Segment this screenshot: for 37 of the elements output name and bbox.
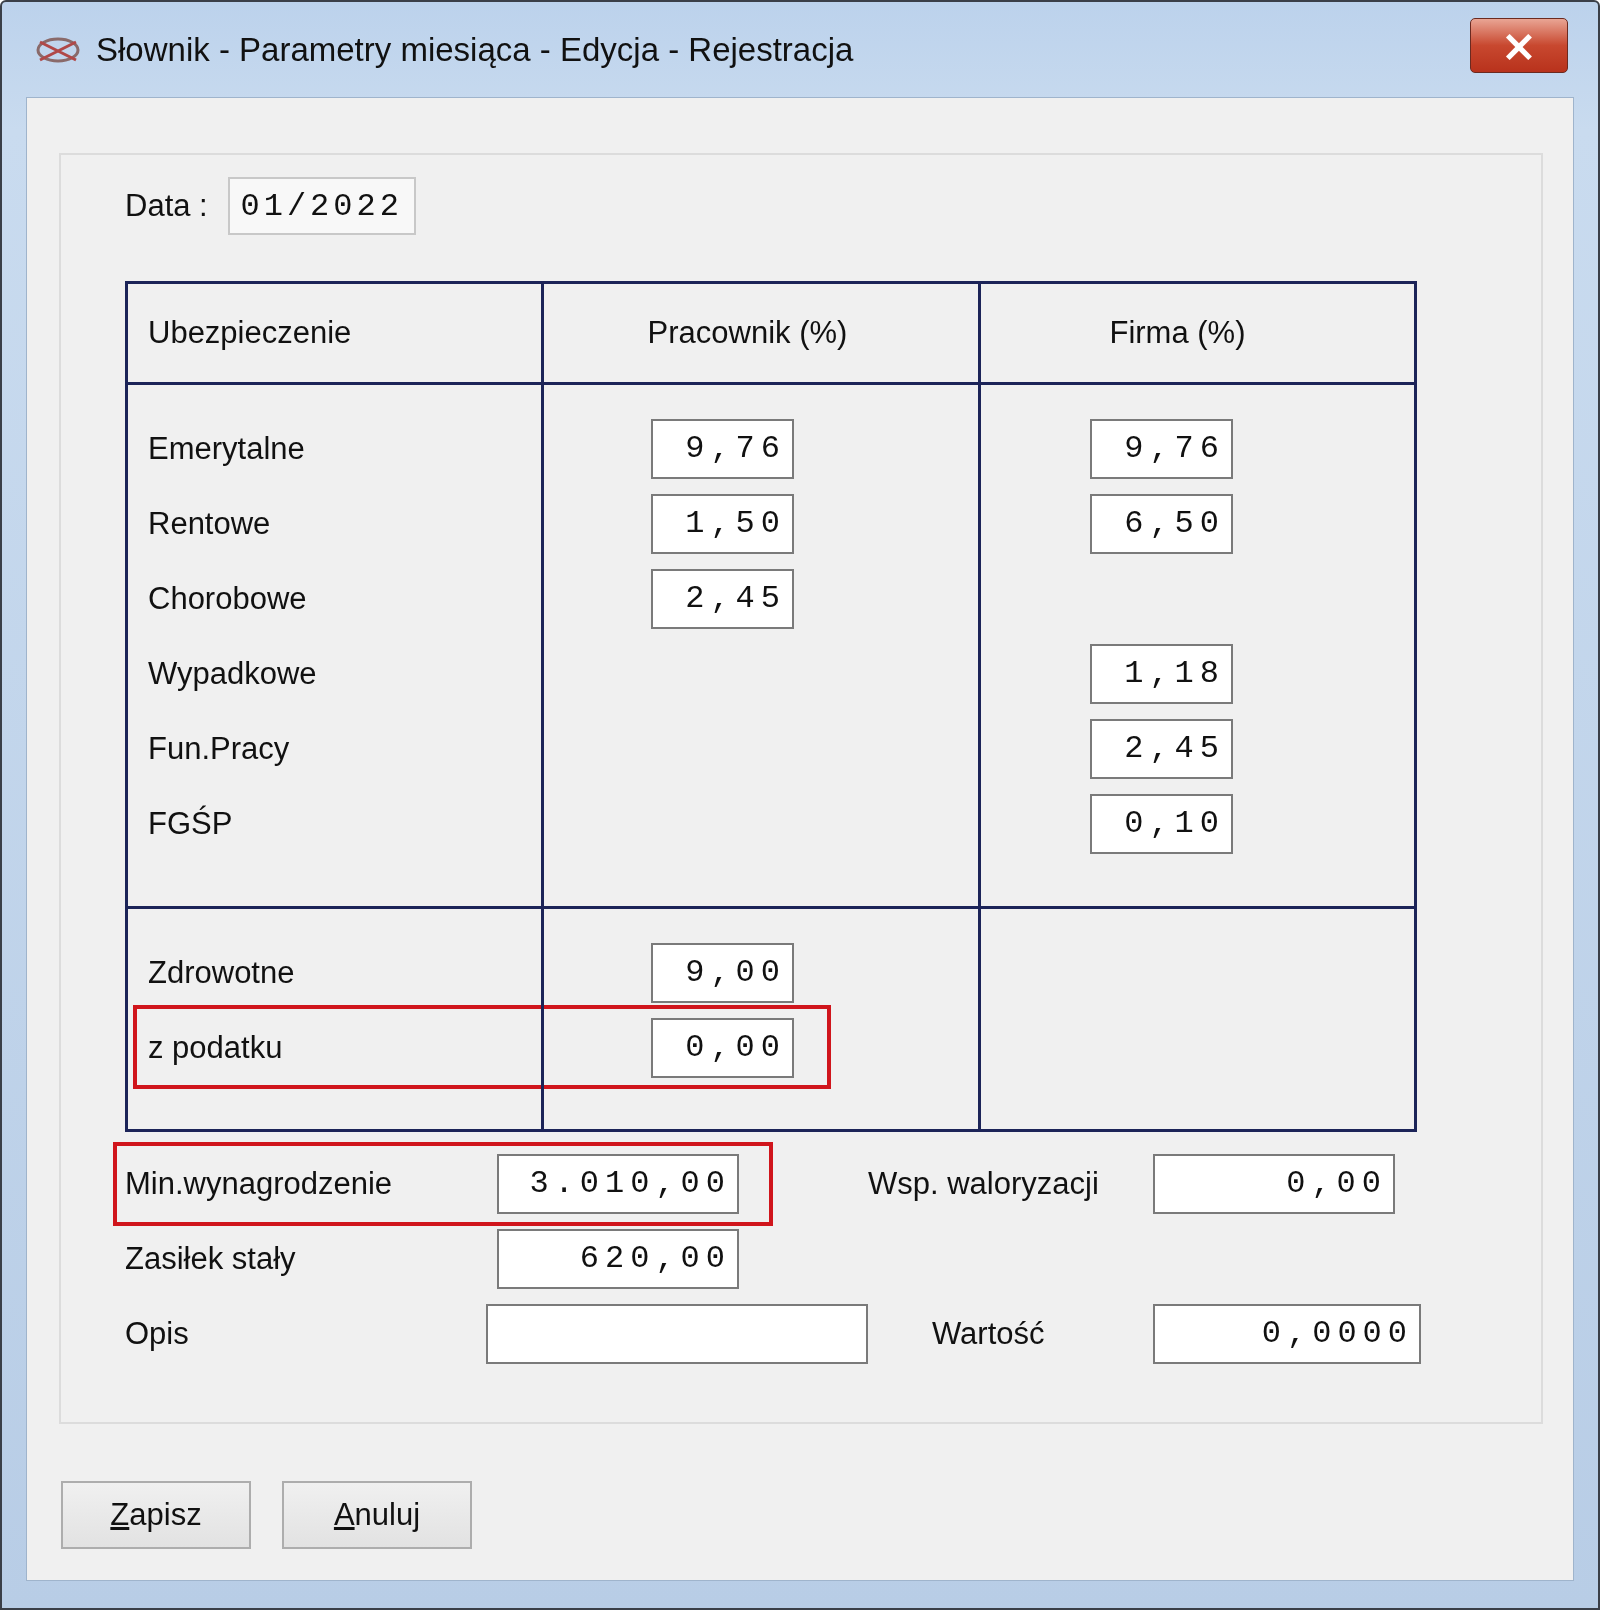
company-rate-field[interactable]: 1,18 bbox=[1090, 643, 1233, 704]
company-rate-field[interactable]: 2,45 bbox=[1090, 718, 1233, 779]
row-label: Zdrowotne bbox=[148, 954, 295, 990]
company-rate-field[interactable]: 9,76 bbox=[1090, 418, 1233, 479]
row-label: z podatku bbox=[148, 1029, 283, 1065]
description-field[interactable] bbox=[486, 1303, 868, 1364]
row-label: Chorobowe bbox=[148, 580, 307, 616]
field-label: Zasiłek stały bbox=[125, 1240, 297, 1277]
row-label: Emerytalne bbox=[148, 430, 305, 466]
company-rate-field[interactable]: 6,50 bbox=[1090, 493, 1233, 554]
date-field[interactable]: 01/2022 bbox=[227, 177, 416, 235]
date-label: Data : bbox=[125, 188, 208, 224]
window-title: Słownik - Parametry miesiąca - Edycja - Rejestracja bbox=[96, 30, 855, 69]
amount-field[interactable]: 3.010,00 bbox=[497, 1153, 739, 1214]
employee-rate-field[interactable]: 1,50 bbox=[651, 493, 794, 554]
column-header: Ubezpieczenie bbox=[148, 315, 352, 351]
company-rate-field[interactable]: 0,10 bbox=[1090, 793, 1233, 854]
row-label: Wypadkowe bbox=[148, 655, 317, 691]
field-label: Wartość bbox=[931, 1315, 1046, 1352]
amount-field[interactable]: 0,00 bbox=[1153, 1153, 1395, 1214]
column-header: Pracownik (%) bbox=[647, 315, 848, 351]
employee-rate-field[interactable]: 9,00 bbox=[651, 942, 794, 1003]
row-label: Fun.Pracy bbox=[148, 730, 290, 766]
value-field[interactable]: 0,0000 bbox=[1153, 1303, 1421, 1364]
field-label: Wsp. waloryzacji bbox=[868, 1165, 1100, 1202]
field-label: Opis bbox=[125, 1315, 190, 1352]
employee-rate-field[interactable]: 9,76 bbox=[651, 418, 794, 479]
dialog-button[interactable]: Anuluj bbox=[282, 1481, 472, 1549]
row-label: FGŚP bbox=[148, 805, 233, 841]
row-label: Rentowe bbox=[148, 505, 271, 541]
employee-rate-field[interactable]: 2,45 bbox=[651, 568, 794, 629]
employee-rate-field[interactable]: 0,00 bbox=[651, 1017, 794, 1078]
dialog-button[interactable]: Zapisz bbox=[61, 1481, 251, 1549]
column-header: Firma (%) bbox=[1109, 315, 1246, 351]
field-label: Min.wynagrodzenie bbox=[125, 1165, 394, 1202]
close-button[interactable]: × bbox=[1470, 18, 1568, 73]
amount-field[interactable]: 620,00 bbox=[497, 1228, 739, 1289]
